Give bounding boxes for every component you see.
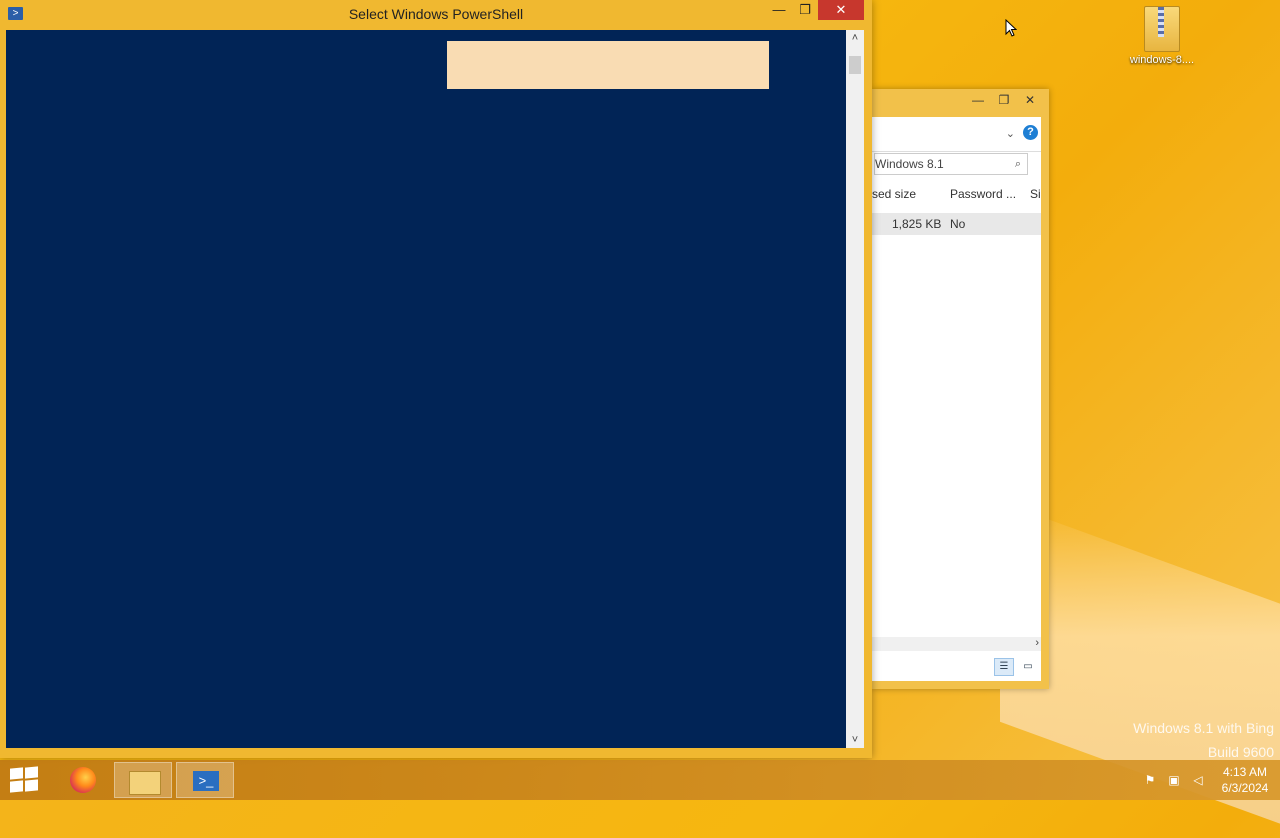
- zip-folder-icon: [1144, 6, 1180, 52]
- system-tray: ⚑ ▣ ◁ 4:13 AM 6/3/2024: [1138, 760, 1280, 800]
- powershell-icon: >_: [193, 771, 219, 791]
- horizontal-scrollbar[interactable]: ›: [872, 637, 1041, 651]
- firefox-icon: [70, 767, 96, 793]
- clock-time: 4:13 AM: [1222, 765, 1268, 779]
- explorer-search-box[interactable]: Windows 8.1 ⌕: [874, 153, 1028, 175]
- scroll-down-icon[interactable]: ˅: [846, 732, 864, 748]
- explorer-window-controls: — ❐ ✕: [965, 91, 1043, 109]
- desktop-icon-label: windows-8....: [1129, 54, 1195, 66]
- taskbar-powershell[interactable]: >_: [176, 762, 234, 798]
- column-header-size[interactable]: sed size: [872, 187, 916, 201]
- desktop-icon-zip[interactable]: windows-8....: [1122, 6, 1202, 66]
- volume-muted-icon[interactable]: ◁: [1186, 773, 1210, 787]
- column-header-si[interactable]: Si: [1030, 187, 1041, 201]
- help-icon[interactable]: ?: [1023, 125, 1038, 140]
- windows-logo-pane: [25, 766, 38, 779]
- large-icons-view-icon[interactable]: ▭: [1018, 658, 1038, 676]
- windows-logo-pane: [25, 779, 38, 792]
- column-headers: sed size Password ... Si: [872, 183, 1041, 205]
- explorer-minimize-button[interactable]: —: [965, 91, 991, 109]
- search-icon[interactable]: ⌕: [1015, 154, 1021, 174]
- windows-logo-pane: [10, 780, 23, 793]
- windows-logo-icon: [10, 767, 23, 780]
- explorer-content: ⌄ ? Windows 8.1 ⌕ sed size Password ... …: [872, 117, 1041, 681]
- powershell-window: > Select Windows PowerShell — ❐ ✕ ˄ ˅: [0, 0, 872, 758]
- minimize-button[interactable]: —: [766, 0, 792, 20]
- vertical-scrollbar[interactable]: ˄ ˅: [846, 30, 864, 748]
- cell-size: 1,825 KB: [892, 217, 942, 231]
- console-area[interactable]: [6, 30, 846, 748]
- close-button[interactable]: ✕: [818, 0, 864, 20]
- cell-password: No: [950, 217, 966, 231]
- taskbar-file-explorer[interactable]: [114, 762, 172, 798]
- action-center-flag-icon[interactable]: ⚑: [1138, 773, 1162, 787]
- taskbar-firefox[interactable]: [52, 762, 110, 798]
- mouse-cursor-icon: [1005, 19, 1017, 37]
- explorer-ribbon: ⌄ ?: [872, 117, 1041, 152]
- column-header-password[interactable]: Password ...: [950, 187, 1016, 201]
- search-text: Windows 8.1: [875, 157, 944, 171]
- start-button[interactable]: [10, 766, 38, 793]
- explorer-close-button[interactable]: ✕: [1017, 91, 1043, 109]
- details-view-icon[interactable]: ☰: [994, 658, 1014, 676]
- window-title: Select Windows PowerShell: [348, 6, 524, 22]
- text-selection-highlight: [447, 41, 769, 89]
- scrollbar-thumb[interactable]: [849, 56, 861, 74]
- maximize-button[interactable]: ❐: [792, 0, 818, 20]
- scroll-up-icon[interactable]: ˄: [846, 30, 864, 46]
- network-icon[interactable]: ▣: [1162, 773, 1186, 787]
- explorer-status-bar: ☰ ▭: [872, 653, 1041, 681]
- table-row[interactable]: 1,825 KB No: [872, 213, 1041, 235]
- scroll-right-icon[interactable]: ›: [1035, 637, 1039, 649]
- windows-watermark: Windows 8.1 with Bing Build 9600: [1133, 716, 1274, 764]
- explorer-maximize-button[interactable]: ❐: [991, 91, 1017, 109]
- taskbar: >_ ⚑ ▣ ◁ 4:13 AM 6/3/2024: [0, 760, 1280, 800]
- file-explorer-window: — ❐ ✕ ⌄ ? Windows 8.1 ⌕ sed size Passwor…: [872, 89, 1049, 689]
- file-explorer-icon: [129, 771, 161, 795]
- clock[interactable]: 4:13 AM 6/3/2024: [1210, 764, 1280, 796]
- watermark-edition: Windows 8.1 with Bing: [1133, 720, 1274, 736]
- clock-date: 6/3/2024: [1221, 781, 1269, 795]
- ribbon-expand-chevron-icon[interactable]: ⌄: [1006, 127, 1015, 140]
